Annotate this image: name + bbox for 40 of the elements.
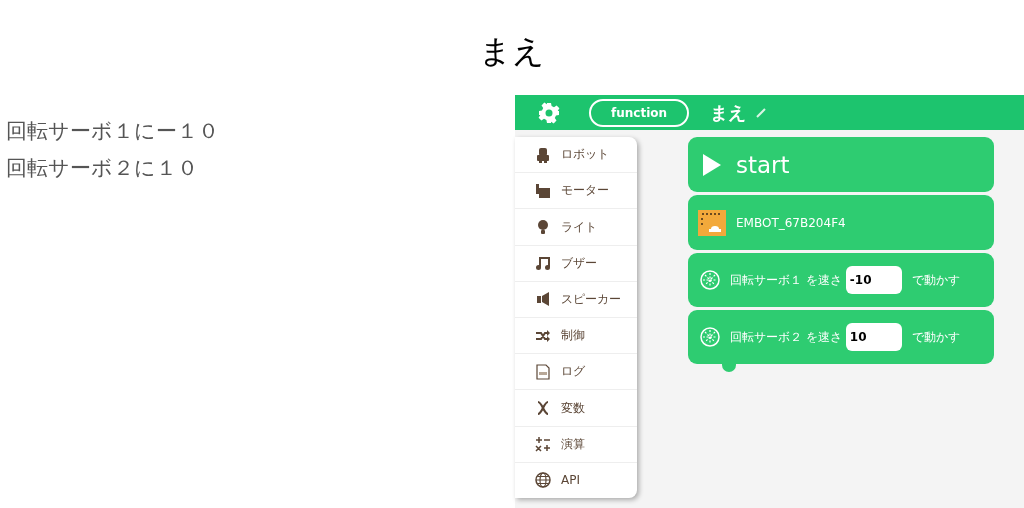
- x-icon: [535, 400, 551, 416]
- category-item[interactable]: ブザー: [515, 245, 637, 282]
- shuffle-icon: [535, 327, 551, 344]
- category-item[interactable]: モーター: [515, 173, 637, 210]
- speed-field[interactable]: 10: [845, 323, 902, 351]
- block-label: 回転サーボ１ を速さ: [730, 271, 842, 289]
- block-label: start: [735, 151, 790, 178]
- settings-icon[interactable]: [538, 101, 560, 124]
- page-title: まえ: [479, 30, 545, 72]
- block-label: で動かす: [911, 271, 960, 289]
- block-label: 回転サーボ２ を速さ: [730, 328, 842, 346]
- instruction-text: 回転サーボ１にー１０: [6, 118, 220, 145]
- category-item[interactable]: API: [515, 462, 637, 499]
- category-item[interactable]: 変数: [515, 390, 637, 427]
- speed-field[interactable]: -10: [845, 266, 902, 294]
- music-note-icon: [535, 255, 551, 272]
- bulb-icon: [535, 219, 551, 235]
- category-item[interactable]: スピーカー: [515, 281, 637, 318]
- servo-block[interactable]: 回転サーボ１ を速さ -10 で動かす: [688, 253, 994, 307]
- category-item[interactable]: ロボット: [515, 137, 637, 174]
- robot-board-icon: [698, 209, 726, 236]
- pencil-icon[interactable]: [756, 107, 767, 118]
- block-label: で動かす: [911, 328, 960, 346]
- block-label: EMBOT_67B204F4: [736, 215, 846, 230]
- category-item[interactable]: ログ: [515, 354, 637, 391]
- category-item[interactable]: 演算: [515, 426, 637, 463]
- category-item[interactable]: ライト: [515, 209, 637, 246]
- wheel-icon: [700, 270, 720, 290]
- function-name: まえ: [710, 100, 747, 125]
- robot-icon: [535, 146, 551, 163]
- speaker-icon: [535, 291, 551, 308]
- math-icon: [535, 436, 551, 453]
- play-icon: [702, 152, 722, 177]
- instruction-text: 回転サーボ２に１０: [6, 155, 199, 182]
- category-item[interactable]: 制御: [515, 318, 637, 355]
- globe-icon: [535, 472, 551, 489]
- wheel-icon: [700, 327, 720, 347]
- document-icon: [535, 363, 551, 380]
- servo-block[interactable]: 回転サーボ２ を速さ 10 で動かす: [688, 310, 994, 364]
- motor-icon: [535, 182, 551, 199]
